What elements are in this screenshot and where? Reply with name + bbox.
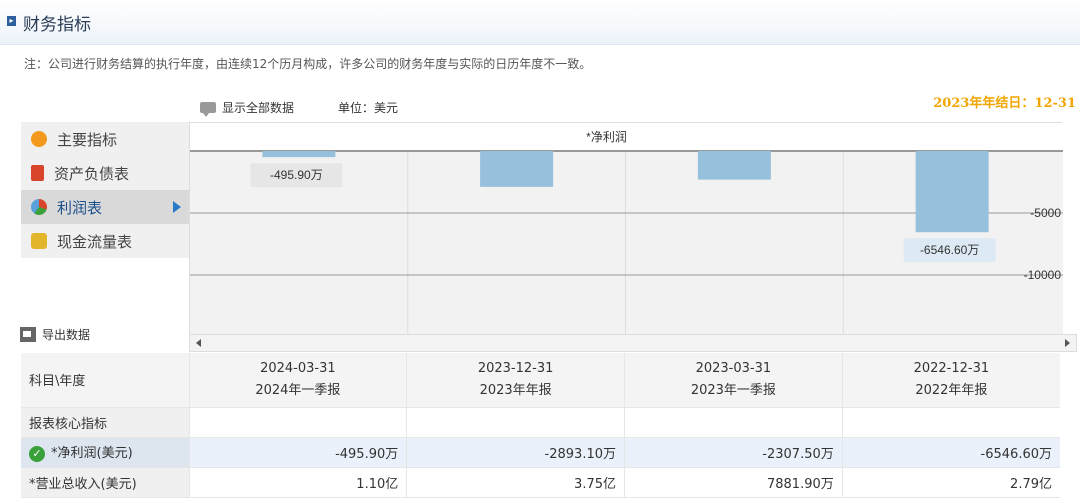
export-icon [20, 327, 36, 342]
header-label: 科目\年度 [21, 353, 189, 408]
document-icon [31, 165, 44, 181]
row-label[interactable]: ✓ *净利润(美元) [21, 437, 189, 468]
column-header: 2023-12-31 2023年年报 [406, 353, 625, 408]
page-header: ▸ 财务指标 [0, 0, 1080, 45]
table-cell: 2.79亿 [841, 467, 1060, 498]
table-cell: 3.75亿 [406, 467, 625, 498]
y-tick-label: -5000 [1030, 206, 1061, 220]
table-header-row: 科目\年度 2024-03-31 2024年一季报 2023-12-31 2023年… [21, 353, 1060, 408]
bar [480, 151, 554, 187]
sidebar-item-balance-sheet[interactable]: 资产负债表 [21, 156, 189, 190]
scroll-right-icon[interactable] [1065, 339, 1070, 347]
year-end-label: 2023年年结日：12-31 [933, 96, 1076, 111]
table-cell: 7881.90万 [624, 467, 843, 498]
unit-label: 单位：美元 [338, 101, 399, 115]
column-header: 2023-03-31 2023年一季报 [624, 353, 843, 408]
bar [262, 151, 336, 158]
fiscal-year-note: 注：公司进行财务结算的执行年度，由连续12个历月构成，许多公司的财务年度与实际的… [24, 57, 592, 71]
row-label[interactable]: *营业总收入(美元) [21, 467, 189, 498]
sidebar-item-income-statement[interactable]: 利润表 [21, 190, 189, 224]
sidebar-item-cash-flow[interactable]: 现金流量表 [21, 224, 189, 258]
chart-scrollbar[interactable] [189, 334, 1077, 352]
page-title: 财务指标 [23, 15, 91, 35]
table-section-row: 报表核心指标 [21, 407, 1060, 438]
check-icon: ✓ [29, 445, 45, 462]
table-cell: -6546.60万 [841, 437, 1060, 468]
sidebar-menu: 主要指标 资产负债表 利润表 现金流量表 [21, 122, 189, 258]
chevron-right-icon [173, 201, 181, 213]
y-tick-label: -10000 [1024, 268, 1062, 282]
bar [697, 151, 771, 180]
expand-icon[interactable]: ▸ [7, 16, 16, 26]
scroll-left-icon[interactable] [196, 339, 201, 347]
table-cell: -495.90万 [188, 437, 407, 468]
section-label: 报表核心指标 [21, 407, 189, 438]
table-cell: -2307.50万 [624, 437, 843, 468]
data-label: -6546.60万 [920, 243, 979, 257]
net-profit-chart: *净利润 -5000 -10000 -495.90万 -6546.60万 [189, 122, 1063, 352]
sidebar-item-label: 主要指标 [57, 130, 118, 149]
show-all-label: 显示全部数据 [222, 101, 295, 115]
data-label: -495.90万 [270, 168, 323, 182]
comment-icon [200, 102, 216, 117]
sidebar-item-main-indicators[interactable]: 主要指标 [21, 122, 189, 156]
table-row[interactable]: *营业总收入(美元) 1.10亿 3.75亿 7881.90万 2.79亿 [21, 467, 1060, 498]
chart-title: *净利润 [586, 130, 627, 144]
coins-icon [31, 233, 47, 249]
export-label: 导出数据 [42, 328, 91, 342]
show-all-data-toggle[interactable]: 显示全部数据 [200, 99, 295, 117]
column-header: 2024-03-31 2024年一季报 [188, 353, 407, 408]
chart-canvas: *净利润 -5000 -10000 -495.90万 -6546.60万 [190, 123, 1063, 335]
sidebar-item-label: 利润表 [57, 198, 103, 217]
table-cell: -2893.10万 [406, 437, 625, 468]
financial-table: 科目\年度 2024-03-31 2024年一季报 2023-12-31 2023年… [21, 353, 1060, 498]
table-row[interactable]: ✓ *净利润(美元) -495.90万 -2893.10万 -2307.50万 -… [21, 437, 1060, 468]
bar [915, 151, 989, 233]
export-data-button[interactable]: 导出数据 [20, 326, 90, 343]
column-header: 2022-12-31 2022年年报 [841, 353, 1060, 408]
pie-chart-icon [31, 199, 47, 215]
sidebar-item-label: 资产负债表 [54, 164, 130, 183]
sidebar-item-label: 现金流量表 [57, 232, 133, 251]
gear-flower-icon [31, 131, 47, 147]
table-cell: 1.10亿 [188, 467, 407, 498]
